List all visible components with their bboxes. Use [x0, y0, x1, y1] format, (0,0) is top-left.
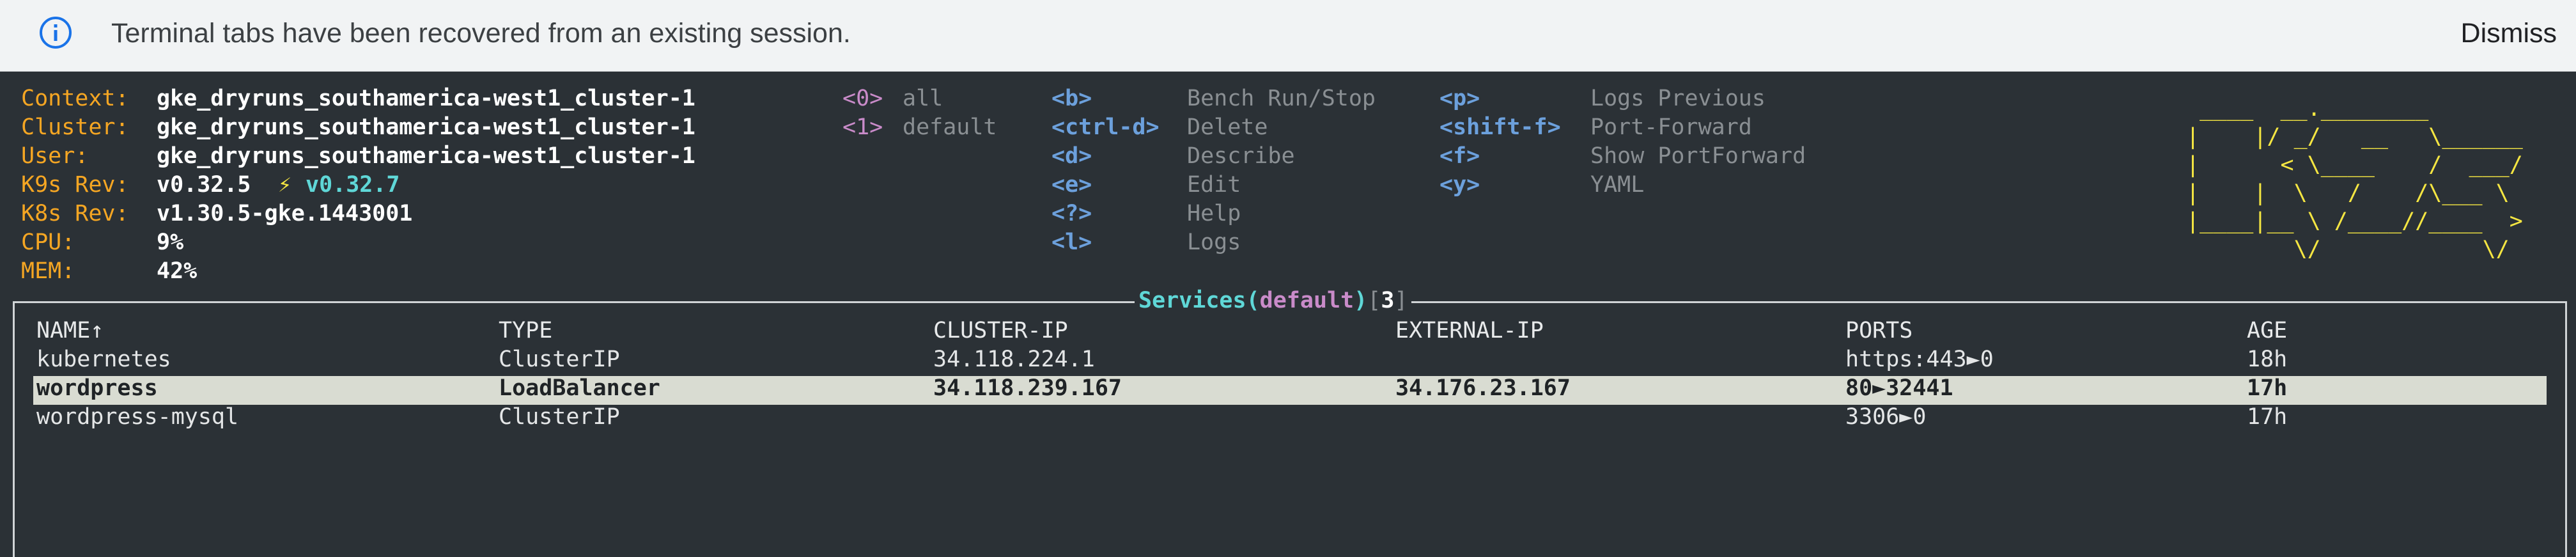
- cell-name[interactable]: wordpress: [36, 374, 158, 403]
- ns-label-default[interactable]: default: [903, 113, 997, 142]
- cell-ports: https:443►0: [1845, 347, 1994, 372]
- k9s-logo: ____ __.________ | |/ _/ __ \______ | < \…: [2186, 95, 2523, 263]
- k9s-rev-label: K9s Rev:: [21, 172, 129, 198]
- hotkey-show-portforward[interactable]: Show PortForward: [1590, 142, 1806, 171]
- col-header-ports[interactable]: PORTS: [1845, 317, 1913, 345]
- mem-label: MEM:: [21, 258, 75, 284]
- title-count: 3: [1381, 288, 1395, 313]
- hotkey-key: <ctrl-d>: [1051, 114, 1160, 140]
- cell-cluster-ip: 34.118.224.1: [933, 347, 1095, 372]
- cell-type: LoadBalancer: [499, 375, 660, 401]
- hotkey-describe[interactable]: Describe: [1187, 142, 1295, 171]
- cpu-label: CPU:: [21, 230, 75, 255]
- hotkey-delete[interactable]: Delete: [1187, 113, 1268, 142]
- session-banner: Terminal tabs have been recovered from a…: [0, 0, 2576, 72]
- title-namespace: default: [1259, 288, 1354, 313]
- k9s-latest-version: v0.32.7: [306, 172, 400, 198]
- hotkey-key: <l>: [1051, 230, 1092, 255]
- info-icon: [40, 17, 72, 49]
- cell-age: 18h: [2247, 347, 2288, 372]
- cell-ports: 3306►0: [1845, 404, 1927, 430]
- title-resource: Services: [1138, 288, 1246, 313]
- logo-line: | |/ _/ __ \______: [2186, 124, 2523, 150]
- cell-age: 17h: [2247, 404, 2288, 430]
- cell-external-ip: 34.176.23.167: [1395, 375, 1571, 401]
- cell-name[interactable]: kubernetes: [36, 345, 171, 374]
- user-value: gke_dryruns_southamerica-west1_cluster-1: [157, 143, 695, 169]
- user-label: User:: [21, 143, 89, 169]
- hotkey-logs-previous[interactable]: Logs Previous: [1590, 84, 1765, 113]
- cell-ports: 80►32441: [1845, 375, 1953, 401]
- col-header-cluster-ip[interactable]: CLUSTER-IP: [933, 317, 1068, 345]
- selected-row-highlight[interactable]: [33, 376, 2547, 405]
- col-header-external-ip[interactable]: EXTERNAL-IP: [1395, 317, 1544, 345]
- cell-cluster-ip: 34.118.239.167: [933, 375, 1122, 401]
- hotkey-port-forward[interactable]: Port-Forward: [1590, 113, 1752, 142]
- logo-line: \/ \/: [2186, 237, 2523, 262]
- context-label: Context:: [21, 86, 129, 111]
- col-header-type[interactable]: TYPE: [499, 317, 552, 345]
- dismiss-button[interactable]: Dismiss: [2461, 17, 2557, 50]
- hotkey-logs[interactable]: Logs: [1187, 228, 1241, 257]
- logo-line: | < \____ / ___/: [2186, 152, 2523, 178]
- terminal[interactable]: Context: gke_dryruns_southamerica-west1_…: [0, 72, 2576, 557]
- ns-label-all[interactable]: all: [903, 84, 943, 113]
- hotkey-key: <b>: [1051, 86, 1092, 111]
- cpu-value: 9%: [157, 230, 184, 255]
- cell-type: ClusterIP: [499, 404, 620, 430]
- hotkey-key: <?>: [1051, 201, 1092, 226]
- k8s-rev-label: K8s Rev:: [21, 201, 129, 226]
- col-header-name[interactable]: NAME↑: [36, 317, 104, 345]
- ns-key-default[interactable]: <1>: [842, 113, 883, 142]
- banner-message: Terminal tabs have been recovered from a…: [111, 18, 851, 49]
- logo-line: | | \ / /\___ \: [2186, 180, 2523, 206]
- cell-name[interactable]: wordpress-mysql: [36, 403, 238, 432]
- hotkey-key: <y>: [1439, 172, 1480, 198]
- services-table-frame: [13, 301, 2567, 557]
- hotkey-yaml[interactable]: YAML: [1590, 171, 1644, 200]
- cluster-value: gke_dryruns_southamerica-west1_cluster-1: [157, 114, 695, 140]
- hotkey-help[interactable]: Help: [1187, 200, 1241, 228]
- cell-type: ClusterIP: [499, 347, 620, 372]
- hotkey-edit[interactable]: Edit: [1187, 171, 1241, 200]
- col-header-age[interactable]: AGE: [2247, 317, 2287, 345]
- logo-line: ____ __.________: [2186, 96, 2523, 122]
- hotkey-key: <e>: [1051, 172, 1092, 198]
- cell-age: 17h: [2247, 375, 2288, 401]
- hotkey-key: <shift-f>: [1439, 114, 1561, 140]
- upgrade-icon: ⚡: [278, 172, 292, 198]
- hotkey-key: <d>: [1051, 143, 1092, 169]
- table-title: Services(default)[3]: [1135, 286, 1412, 315]
- hotkey-key: <p>: [1439, 86, 1480, 111]
- k9s-rev-value: v0.32.5: [157, 172, 251, 198]
- hotkey-bench[interactable]: Bench Run/Stop: [1187, 84, 1376, 113]
- context-value: gke_dryruns_southamerica-west1_cluster-1: [157, 86, 695, 111]
- ns-key-all[interactable]: <0>: [842, 84, 883, 113]
- logo-line: |____|__ \ /____//____ >: [2186, 208, 2523, 234]
- hotkey-key: <f>: [1439, 143, 1480, 169]
- k8s-rev-value: v1.30.5-gke.1443001: [157, 201, 413, 226]
- mem-value: 42%: [157, 258, 198, 284]
- cluster-label: Cluster:: [21, 114, 129, 140]
